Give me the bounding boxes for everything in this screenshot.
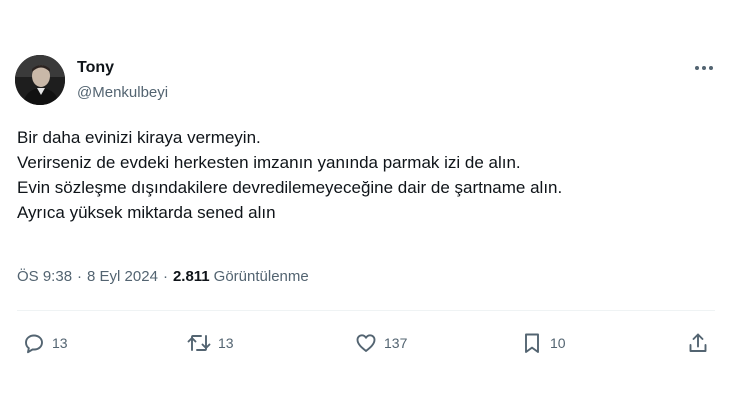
bookmark-icon <box>525 333 539 353</box>
author-display-name[interactable]: Tony <box>77 59 114 77</box>
action-bar: 13 13 137 10 <box>0 328 730 358</box>
tweet-card: Tony @Menkulbeyi Bir daha evinizi kiraya… <box>0 0 730 420</box>
repost-count: 13 <box>218 335 234 351</box>
repost-button[interactable]: 13 <box>186 328 234 358</box>
share-button[interactable] <box>686 328 710 358</box>
tweet-line: Bir daha evinizi kiraya vermeyin. <box>17 128 261 147</box>
repost-icon <box>187 335 211 351</box>
divider <box>17 310 715 311</box>
avatar[interactable] <box>15 55 65 105</box>
reply-icon <box>25 334 43 354</box>
like-count: 137 <box>384 335 408 351</box>
tweet-date[interactable]: 8 Eyl 2024 <box>87 268 158 285</box>
meta-separator: · <box>77 268 83 285</box>
share-icon <box>689 333 707 352</box>
tweet-meta: ÖS 9:38 · 8 Eyl 2024 · 2.811 Görüntülenm… <box>17 268 309 285</box>
tweet-line: Ayrıca yüksek miktarda sened alın <box>17 203 276 222</box>
ellipsis-icon <box>695 66 713 70</box>
tweet-time[interactable]: ÖS 9:38 <box>17 268 72 285</box>
reply-button[interactable]: 13 <box>22 328 68 358</box>
author-handle[interactable]: @Menkulbeyi <box>77 84 168 101</box>
tweet-line: Evin sözleşme dışındakilere devredilemey… <box>17 178 563 197</box>
bookmark-count: 10 <box>550 335 566 351</box>
meta-separator: · <box>162 268 168 285</box>
tweet-text: Bir daha evinizi kiraya vermeyin. Verirs… <box>17 125 717 225</box>
person-portrait-avatar <box>15 55 65 105</box>
heart-icon <box>356 334 376 352</box>
bookmark-button[interactable]: 10 <box>520 328 566 358</box>
views-label: Görüntülenme <box>213 268 309 285</box>
more-options-button[interactable] <box>690 56 718 80</box>
tweet-line: Verirseniz de evdeki herkesten imzanın y… <box>17 153 521 172</box>
reply-count: 13 <box>52 335 68 351</box>
views-count: 2.811 <box>172 268 210 285</box>
like-button[interactable]: 137 <box>354 328 407 358</box>
